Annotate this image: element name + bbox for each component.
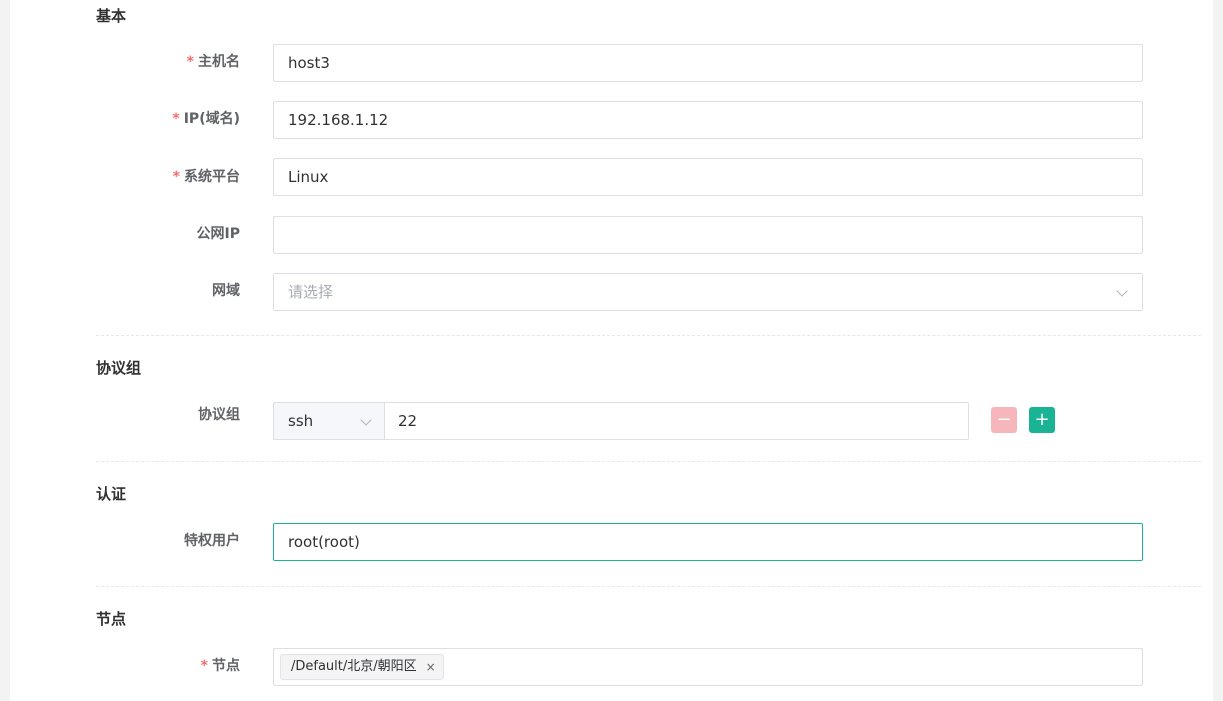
- chevron-down-icon: [360, 414, 372, 426]
- remove-protocol-button[interactable]: −: [991, 407, 1017, 433]
- node-label: * 节点: [200, 658, 240, 674]
- admin-user-select[interactable]: root(root): [273, 523, 1143, 561]
- node-select[interactable]: /Default/北京/朝阳区 ×: [273, 648, 1143, 686]
- section-title-nodes: 节点: [96, 610, 127, 628]
- platform-label: * 系统平台: [172, 169, 240, 185]
- section-title-protocols: 协议组: [96, 359, 142, 377]
- protocol-type-select[interactable]: ssh: [273, 402, 384, 440]
- section-divider: [96, 461, 1201, 462]
- platform-value: Linux: [288, 168, 329, 186]
- asset-form-card: 基本 * 主机名 host3 * IP(域名) 192.168.1.12 * 系统平台…: [10, 0, 1213, 701]
- close-icon[interactable]: ×: [426, 655, 436, 679]
- platform-select[interactable]: Linux: [273, 158, 1143, 196]
- node-tag: /Default/北京/朝阳区 ×: [280, 654, 444, 680]
- chevron-down-icon: [1116, 285, 1128, 297]
- hostname-value: host3: [288, 54, 330, 72]
- ip-input[interactable]: 192.168.1.12: [273, 101, 1143, 139]
- section-divider: [96, 586, 1201, 587]
- required-mark: *: [172, 111, 180, 127]
- required-mark: *: [186, 54, 194, 70]
- domain-label: 网域: [212, 283, 240, 299]
- public-ip-label: 公网IP: [196, 226, 240, 242]
- protocol-label: 协议组: [198, 407, 240, 423]
- section-divider: [96, 335, 1201, 336]
- hostname-label: * 主机名: [186, 54, 240, 70]
- ip-value: 192.168.1.12: [288, 111, 389, 129]
- add-protocol-button[interactable]: +: [1029, 407, 1055, 433]
- admin-user-value: root(root): [288, 533, 360, 551]
- domain-placeholder: 请选择: [288, 283, 334, 301]
- hostname-input[interactable]: host3: [273, 44, 1143, 82]
- domain-select[interactable]: 请选择: [273, 273, 1143, 311]
- section-title-auth: 认证: [96, 485, 127, 503]
- admin-user-label: 特权用户: [184, 533, 240, 549]
- section-title-basic: 基本: [96, 7, 127, 25]
- required-mark: *: [172, 169, 180, 185]
- required-mark: *: [200, 658, 208, 674]
- protocol-port-input[interactable]: 22: [384, 402, 969, 440]
- ip-label: * IP(域名): [172, 111, 240, 127]
- public-ip-input[interactable]: [273, 216, 1143, 254]
- protocol-type-value: ssh: [288, 412, 314, 430]
- node-tag-label: /Default/北京/朝阳区: [291, 659, 417, 674]
- protocol-port-value: 22: [398, 412, 418, 430]
